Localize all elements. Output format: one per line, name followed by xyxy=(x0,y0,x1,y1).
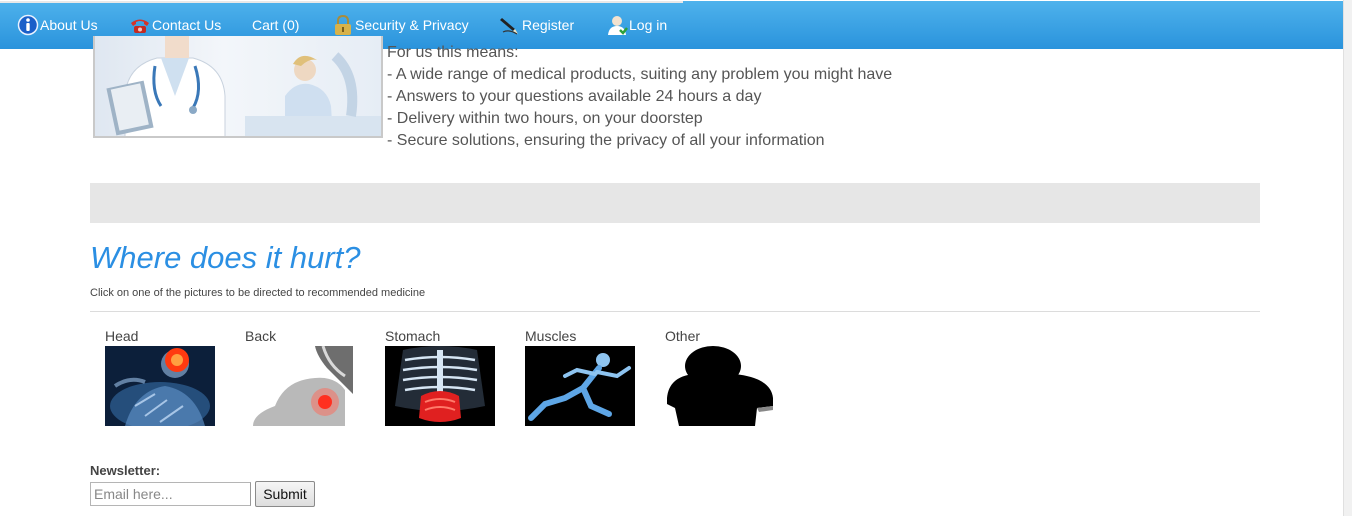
nav-security-label: Security & Privacy xyxy=(355,17,469,33)
page-scrollbar[interactable] xyxy=(1343,0,1352,516)
section-subtitle: Click on one of the pictures to be direc… xyxy=(90,287,426,299)
body-part-head[interactable]: Head xyxy=(105,328,215,426)
hero-line: - Delivery within two hours, on your doo… xyxy=(387,110,703,127)
hero-line: For us this means: xyxy=(387,44,519,61)
hero-line: - Answers to your questions available 24… xyxy=(387,88,762,105)
user-icon xyxy=(606,14,628,36)
padlock-icon xyxy=(332,14,354,36)
hero-line: - Secure solutions, ensuring the privacy… xyxy=(387,132,825,149)
nav-log-in-label: Log in xyxy=(629,17,668,33)
body-part-back[interactable]: Back xyxy=(245,328,355,426)
newsletter-email-input[interactable] xyxy=(90,482,251,506)
section-title: Where does it hurt? xyxy=(90,240,361,275)
runner-xray-image[interactable] xyxy=(525,346,635,426)
nav-contact-us[interactable]: Contact Us xyxy=(129,13,221,37)
body-part-label: Back xyxy=(245,328,277,344)
back-pain-image[interactable] xyxy=(245,346,355,426)
hero-line: - A wide range of medical products, suit… xyxy=(387,66,893,83)
body-part-muscles[interactable]: Muscles xyxy=(525,328,635,426)
top-strip xyxy=(0,1,683,3)
grey-divider-band xyxy=(90,183,1260,223)
doctor-and-patient-photo xyxy=(93,36,383,138)
stomach-xray-image[interactable] xyxy=(385,346,495,426)
nav-log-in[interactable]: Log in xyxy=(606,13,667,37)
body-part-label: Other xyxy=(665,328,701,344)
nav-about-us-label: About Us xyxy=(40,17,98,33)
newsletter-label: Newsletter: xyxy=(90,463,161,478)
telephone-icon xyxy=(129,14,151,36)
nav-security-privacy[interactable]: Security & Privacy xyxy=(332,13,469,37)
nav-cart[interactable]: Cart (0) xyxy=(252,13,299,37)
pen-icon xyxy=(499,14,521,36)
newsletter-submit-button[interactable]: Submit xyxy=(255,481,315,507)
hero-benefits-text: For us this means: - A wide range of med… xyxy=(387,42,892,152)
silhouette-image[interactable] xyxy=(665,346,775,426)
body-part-label: Head xyxy=(105,328,139,344)
nav-register[interactable]: Register xyxy=(499,13,574,37)
nav-cart-label: Cart (0) xyxy=(252,17,300,33)
body-part-label: Stomach xyxy=(385,328,441,344)
info-icon xyxy=(17,14,39,36)
nav-contact-us-label: Contact Us xyxy=(152,17,222,33)
body-part-stomach[interactable]: Stomach xyxy=(385,328,495,426)
nav-about-us[interactable]: About Us xyxy=(17,13,98,37)
body-part-label: Muscles xyxy=(525,328,577,344)
section-divider xyxy=(90,311,1260,312)
head-xray-image[interactable] xyxy=(105,346,215,426)
nav-register-label: Register xyxy=(522,17,575,33)
body-part-other[interactable]: Other xyxy=(665,328,775,426)
